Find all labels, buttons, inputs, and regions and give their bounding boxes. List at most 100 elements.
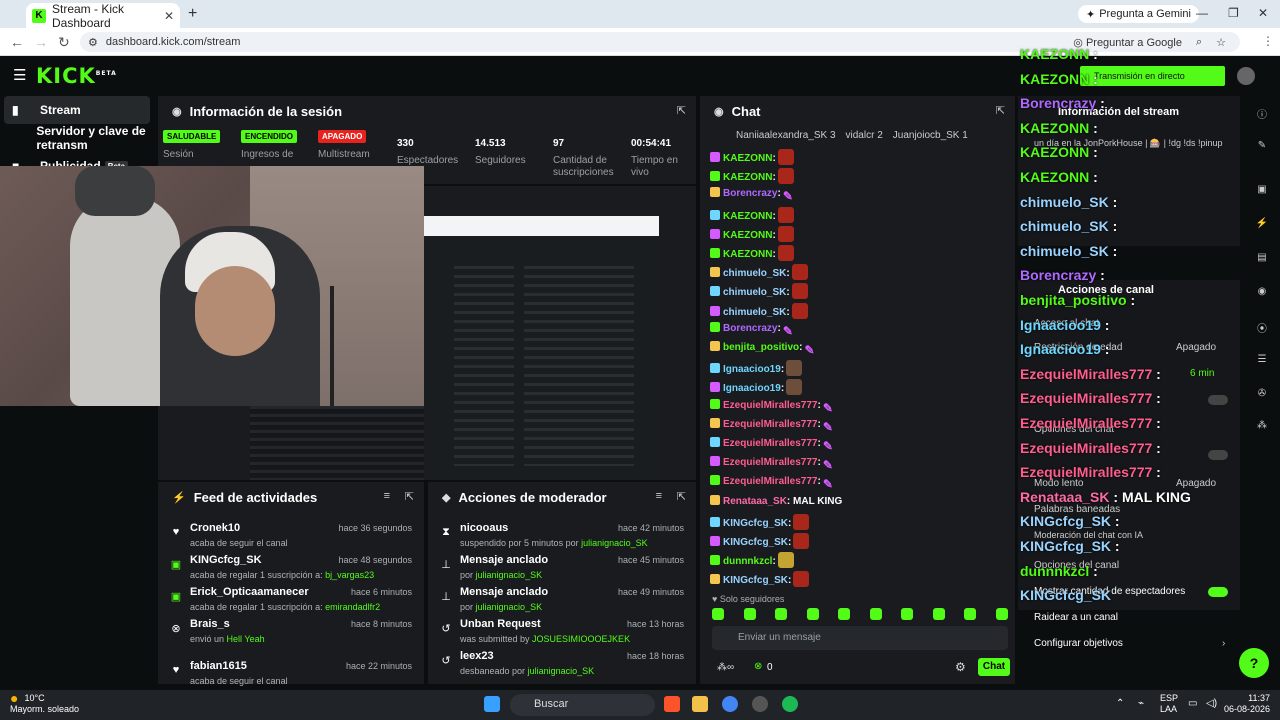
avatar[interactable] xyxy=(1237,67,1255,85)
reload-icon[interactable]: ↻ xyxy=(58,34,70,51)
chat-username[interactable]: benjita_positivo xyxy=(723,342,799,353)
chat-username[interactable]: EzequielMiralles777 xyxy=(723,457,818,468)
broadcast-icon[interactable]: ⦿ xyxy=(1255,320,1269,335)
minimize-icon[interactable]: — xyxy=(1196,6,1208,20)
chat-username[interactable]: EzequielMiralles777 xyxy=(723,476,818,487)
show-viewers-toggle[interactable] xyxy=(1208,587,1228,597)
chat-username[interactable]: EzequielMiralles777 xyxy=(723,438,818,449)
chat-message[interactable]: KAEZONN: xyxy=(710,206,794,223)
chat-message[interactable]: chimuelo_SK: xyxy=(710,302,808,319)
hamburger-menu-icon[interactable]: ☰ xyxy=(13,66,26,84)
expand-icon[interactable]: ⇱ xyxy=(677,490,686,503)
chat-message[interactable]: benjita_positivo: ✎ xyxy=(710,341,815,359)
chat-username[interactable]: EzequielMiralles777 xyxy=(723,419,818,430)
chat-message[interactable]: KINGcfcg_SK: xyxy=(710,533,810,549)
emote-icon[interactable] xyxy=(901,608,914,620)
expand-icon[interactable]: ⇱ xyxy=(405,490,414,503)
emote-icon[interactable] xyxy=(806,608,819,620)
chat-username[interactable]: chimuelo_SK xyxy=(723,307,786,318)
chat-username[interactable]: KAEZONN xyxy=(723,211,772,222)
chat-username[interactable]: KINGcfcg_SK xyxy=(723,518,788,529)
emote-icon[interactable] xyxy=(932,608,945,620)
plugin-icon[interactable]: ⁂ xyxy=(1255,420,1269,431)
chat-username[interactable]: dunnnkzcl xyxy=(723,556,772,567)
chat-username[interactable]: KINGcfcg_SK xyxy=(723,537,788,548)
chat-message[interactable]: EzequielMiralles777: ✎ xyxy=(710,456,833,474)
list-item[interactable]: ▣ KINGcfcg_SK acaba de regalar 1 suscripci… xyxy=(166,552,416,584)
weather-widget[interactable]: ● 10°C Mayorm. soleado xyxy=(10,691,79,715)
list-item[interactable]: ♥ fabian1615 acaba de seguir el canal hace … xyxy=(166,658,416,690)
sidebar-item-server[interactable]: Servidor y clave de retransm xyxy=(4,124,150,152)
list-item[interactable]: ↺ Unban Request was submitted by JOSUESIMI… xyxy=(436,616,688,648)
back-icon[interactable]: ← xyxy=(10,34,24,50)
chat-username[interactable]: KAEZONN xyxy=(723,230,772,241)
chat-message[interactable]: dunnnkzcl: xyxy=(710,552,794,569)
bolt-icon[interactable]: ⚡ xyxy=(1255,218,1269,229)
chat-message[interactable]: KAEZONN: xyxy=(710,245,794,261)
close-window-icon[interactable]: ✕ xyxy=(1258,6,1268,20)
emote-icon[interactable] xyxy=(775,608,788,620)
bookmark-icon[interactable]: ☆ xyxy=(1216,36,1226,49)
emote-icon[interactable] xyxy=(743,608,756,620)
site-info-icon[interactable]: ⚙ xyxy=(88,36,98,49)
chat-message[interactable]: KAEZONN: xyxy=(710,149,794,165)
emote-icon[interactable] xyxy=(838,608,851,620)
close-tab-icon[interactable]: ✕ xyxy=(164,9,174,23)
chat-message[interactable]: Borencrazy: ✎ xyxy=(710,187,793,205)
option-toggle[interactable] xyxy=(1208,395,1228,405)
emote-icon[interactable] xyxy=(995,608,1008,620)
chat-username[interactable]: Ignaacioo19 xyxy=(723,364,781,375)
chat-username[interactable]: EzequielMiralles777 xyxy=(723,400,818,411)
expand-icon[interactable]: ⇱ xyxy=(677,104,686,117)
chat-username[interactable]: Renataaa_SK xyxy=(723,496,787,507)
new-tab-icon[interactable]: + xyxy=(188,5,197,23)
list-icon[interactable]: ☰ xyxy=(1255,354,1269,365)
list-item[interactable]: ↺ leex23 desbaneado por julianignacio_SK ha… xyxy=(436,648,688,680)
menu-dots-icon[interactable]: ⋮ xyxy=(1262,34,1274,48)
chat-username[interactable]: KINGcfcg_SK xyxy=(723,575,788,586)
obs-icon[interactable] xyxy=(752,696,768,712)
chat-message[interactable]: Renataaa_SK: MAL KING xyxy=(710,494,842,507)
chat-message[interactable]: Ignaacioo19: xyxy=(710,360,803,377)
brave-icon[interactable] xyxy=(664,696,680,712)
send-chat-button[interactable]: Chat xyxy=(978,658,1010,676)
language-indicator[interactable]: ESP LAA xyxy=(1160,693,1178,715)
forward-icon[interactable]: → xyxy=(34,34,48,50)
spotify-icon[interactable] xyxy=(782,696,798,712)
chat-message[interactable]: Ignaacioo19: xyxy=(710,379,803,396)
kick-logo[interactable]: KICKBETA xyxy=(36,64,117,88)
list-item[interactable]: ♥ Cronek10 acaba de seguir el canal hace 36… xyxy=(166,520,416,552)
raid-channel-label[interactable]: Raidear a un canal xyxy=(1034,612,1118,623)
list-item[interactable]: ▣ Erick_Opticaamanecer acaba de regalar 1 … xyxy=(166,584,416,616)
taskbar-search[interactable]: Buscar xyxy=(510,694,655,716)
browser-tab[interactable]: K Stream - Kick Dashboard ✕ xyxy=(26,2,180,30)
sidebar-item-stream[interactable]: ▮ Stream xyxy=(4,96,150,124)
filter-icon[interactable]: ≡ xyxy=(656,490,662,502)
chat-message[interactable]: EzequielMiralles777: ✎ xyxy=(710,417,833,436)
chat-username[interactable]: KAEZONN xyxy=(723,172,772,183)
chevron-up-icon[interactable]: ⌃ xyxy=(1116,698,1124,709)
start-icon[interactable] xyxy=(484,696,500,712)
chat-username[interactable]: Borencrazy xyxy=(723,188,777,199)
monitor-icon[interactable]: ▭ xyxy=(1188,698,1197,709)
gifter-3[interactable]: Juanjoiocb_SK 1 xyxy=(893,130,968,141)
system-clock[interactable]: 11:37 06-08-2026 xyxy=(1224,693,1270,715)
chat-username[interactable]: Ignaacioo19 xyxy=(723,383,781,394)
chat-message[interactable]: Borencrazy: ✎ xyxy=(710,321,793,340)
chat-message[interactable]: chimuelo_SK: xyxy=(710,283,808,300)
gemini-button[interactable]: ✦ Pregunta a Gemini xyxy=(1078,5,1199,23)
chrome-icon[interactable] xyxy=(722,696,738,712)
chat-message[interactable]: EzequielMiralles777: ✎ xyxy=(710,475,833,493)
chat-username[interactable]: chimuelo_SK xyxy=(723,268,786,279)
list-item[interactable]: ⊗ Brais_s envió un Hell Yeah hace 8 minutos xyxy=(166,616,416,652)
chat-message[interactable]: chimuelo_SK: xyxy=(710,264,808,281)
list-item[interactable]: ⊥ Mensaje anclado por julianignacio_SK hace… xyxy=(436,552,688,584)
maximize-icon[interactable]: ❐ xyxy=(1228,6,1239,20)
expand-icon[interactable]: ⇱ xyxy=(996,104,1005,117)
info-icon[interactable]: ⓘ xyxy=(1255,106,1269,121)
gifter-2[interactable]: vidalcr 2 xyxy=(846,130,883,141)
volume-icon[interactable]: ◁) xyxy=(1206,698,1217,709)
gifter-1[interactable]: Naniiaalexandra_SK 3 xyxy=(736,130,836,141)
folder-icon[interactable] xyxy=(692,696,708,712)
network-icon[interactable]: ⌁ xyxy=(1138,698,1144,709)
